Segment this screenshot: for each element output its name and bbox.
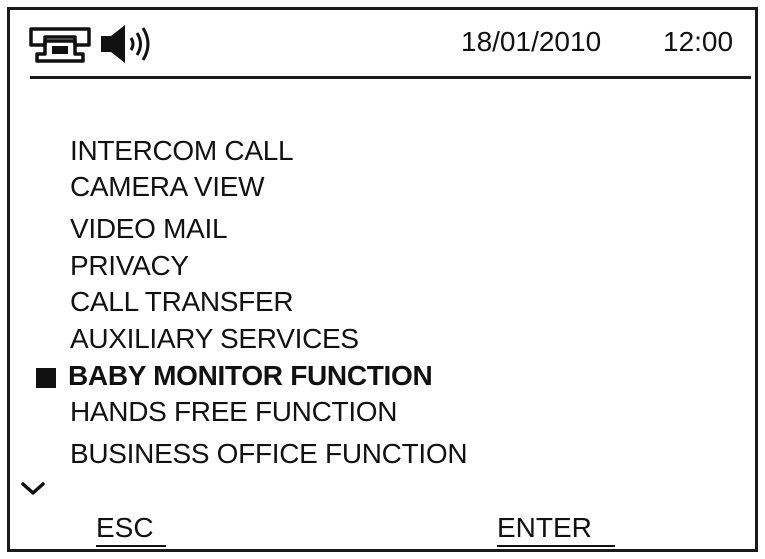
menu-item-baby-monitor-function[interactable]: BABY MONITOR FUNCTION: [68, 360, 433, 392]
menu-item-auxiliary-services[interactable]: AUXILIARY SERVICES: [70, 323, 359, 355]
menu-item-video-mail[interactable]: VIDEO MAIL: [70, 213, 228, 245]
enter-softkey[interactable]: ENTER: [497, 512, 615, 547]
status-time: 12:00: [663, 26, 734, 57]
status-date: 18/01/2010: [461, 26, 602, 57]
menu-item-hands-free-function[interactable]: HANDS FREE FUNCTION: [70, 396, 398, 428]
esc-softkey[interactable]: ESC: [96, 512, 166, 547]
menu-item-camera-view[interactable]: CAMERA VIEW: [70, 171, 265, 203]
speaker-icon: [98, 22, 158, 71]
intercom-screen: 18/01/2010 12:00 INTERCOM CALL CAMERA VI…: [7, 7, 758, 552]
phone-icon: [28, 24, 92, 69]
menu-item-privacy[interactable]: PRIVACY: [70, 250, 189, 282]
menu-item-business-office-function[interactable]: BUSINESS OFFICE FUNCTION: [70, 438, 468, 470]
menu-item-intercom-call[interactable]: INTERCOM CALL: [70, 135, 294, 167]
selection-marker: [36, 368, 56, 388]
status-bar: 18/01/2010 12:00: [10, 10, 755, 76]
menu-item-call-transfer[interactable]: CALL TRANSFER: [70, 286, 294, 318]
chevron-down-icon[interactable]: [20, 480, 46, 503]
header-divider: [30, 76, 751, 79]
